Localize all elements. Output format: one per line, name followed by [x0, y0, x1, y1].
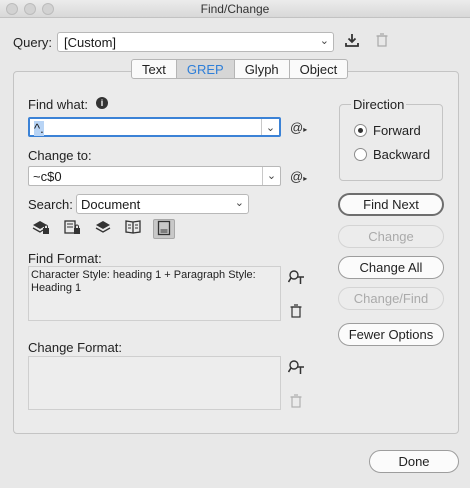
chevron-down-icon: ⌄	[319, 35, 329, 47]
find-next-button[interactable]: Find Next	[338, 193, 444, 216]
done-button[interactable]: Done	[369, 450, 459, 473]
find-format-label: Find Format:	[28, 251, 102, 266]
find-what-field[interactable]: ^. ⌄	[28, 117, 281, 137]
include-master-pages-button[interactable]	[122, 219, 144, 239]
backward-label[interactable]: Backward	[373, 147, 430, 162]
direction-label: Direction	[351, 97, 407, 112]
direction-group	[339, 104, 443, 181]
include-locked-stories-button[interactable]	[61, 219, 83, 239]
query-label: Query:	[13, 35, 53, 50]
hidden-layers-icon	[95, 221, 111, 233]
change-to-value: ~c$0	[33, 169, 62, 184]
change-find-button[interactable]: Change/Find	[338, 287, 444, 310]
tab-object[interactable]: Object	[290, 60, 348, 78]
search-label: Search:	[28, 197, 73, 212]
change-all-button[interactable]: Change All	[338, 256, 444, 279]
tab-text[interactable]: Text	[132, 60, 177, 78]
find-what-label: Find what:	[28, 97, 88, 112]
forward-radio[interactable]	[354, 124, 367, 137]
locked-layers-icon	[32, 221, 49, 234]
query-value: [Custom]	[64, 35, 117, 50]
change-button[interactable]: Change	[338, 225, 444, 248]
specify-change-format-icon[interactable]	[287, 359, 306, 378]
include-locked-layers-button[interactable]	[30, 219, 52, 239]
backward-radio[interactable]	[354, 148, 367, 161]
save-query-icon	[345, 34, 359, 47]
chevron-down-icon: ⌄	[234, 197, 244, 209]
window-title: Find/Change	[200, 2, 270, 16]
include-footnotes-button[interactable]	[153, 219, 175, 239]
change-to-label: Change to:	[28, 148, 92, 163]
clear-find-format-icon[interactable]	[290, 304, 302, 321]
info-icon[interactable]: i	[96, 97, 108, 109]
change-format-box[interactable]	[28, 356, 281, 410]
clear-change-format-icon	[290, 394, 302, 411]
chevron-down-icon[interactable]: ⌄	[261, 119, 279, 135]
fewer-options-button[interactable]: Fewer Options	[338, 323, 444, 346]
footnotes-icon	[157, 220, 171, 236]
delete-query-button[interactable]	[371, 32, 393, 52]
tab-grep[interactable]: GREP	[176, 60, 235, 78]
search-scope-select[interactable]: Document ⌄	[76, 194, 249, 214]
title-bar: Find/Change	[0, 0, 470, 18]
find-format-box[interactable]: Character Style: heading 1 + Paragraph S…	[28, 266, 281, 321]
tab-bar: Text GREP Glyph Object	[131, 59, 349, 79]
change-to-field[interactable]: ~c$0 ⌄	[28, 166, 281, 186]
save-query-button[interactable]	[341, 32, 363, 52]
special-characters-icon[interactable]: @▸	[290, 120, 307, 135]
special-characters-icon[interactable]: @▸	[290, 169, 307, 184]
trash-icon	[376, 33, 388, 47]
search-scope-value: Document	[81, 197, 141, 212]
include-hidden-layers-button[interactable]	[92, 219, 114, 239]
master-pages-icon	[125, 220, 141, 234]
find-what-value: ^.	[34, 121, 44, 136]
locked-stories-icon	[64, 220, 80, 234]
change-format-label: Change Format:	[28, 340, 122, 355]
forward-label[interactable]: Forward	[373, 123, 421, 138]
query-select[interactable]: [Custom] ⌄	[57, 32, 334, 52]
specify-find-format-icon[interactable]	[287, 269, 306, 288]
tab-glyph[interactable]: Glyph	[235, 60, 290, 78]
chevron-down-icon[interactable]: ⌄	[262, 167, 280, 185]
